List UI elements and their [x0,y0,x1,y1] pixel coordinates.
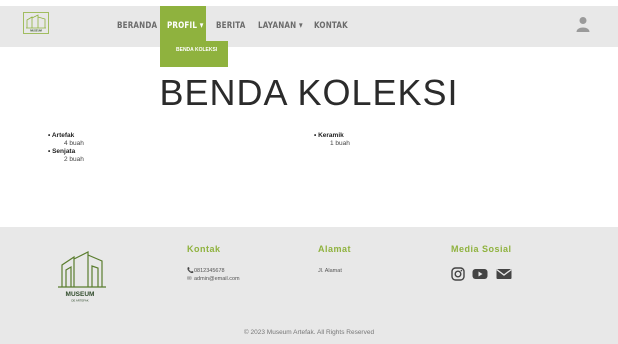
list-item-count: 2 buah [64,156,84,163]
dropdown-item-benda-koleksi[interactable]: BENDA KOLEKSI [176,41,217,59]
collection-list-right: Keramik 1 buah [314,132,350,148]
email-text[interactable]: admin@email.com [194,276,240,282]
email-icon[interactable] [496,267,512,281]
phone-icon: 📞 [187,268,194,274]
user-icon[interactable] [576,16,590,32]
footer-logo-tagline: DE ARTEFAK [71,299,88,303]
list-item-name: Keramik [314,132,350,140]
list-item-name: Senjata [48,148,84,156]
footer-address-heading: Alamat [318,244,352,254]
museum-logo[interactable]: MUSEUM [23,12,49,34]
phone-text: 0812345678 [194,268,225,274]
logo-text: MUSEUM [30,29,42,33]
footer-contact-heading: Kontak [187,244,221,254]
footer-contact-phone: 📞0812345678 [187,267,225,275]
nav-item-kontak[interactable]: KONTAK [314,6,348,47]
collection-list-left: Artefak 4 buah Senjata 2 buah [48,132,84,164]
youtube-icon[interactable] [472,267,488,281]
instagram-icon[interactable] [451,267,465,281]
nav-item-layanan-label: LAYANAN [258,21,297,31]
list-item-count: 1 buah [330,140,350,147]
nav-item-beranda[interactable]: BERANDA [117,6,157,47]
list-item-name: Artefak [48,132,84,140]
footer-logo-name: MUSEUM [66,291,95,298]
footer-address-text: Jl. Alamat [318,268,342,274]
page-title: BENDA KOLEKSI [159,72,459,113]
envelope-icon: ✉ [187,276,192,282]
footer: MUSEUM DE ARTEFAK Kontak 📞0812345678 ✉ ad… [0,227,618,344]
profil-dropdown: BENDA KOLEKSI [160,41,228,67]
list-item-count: 4 buah [64,140,84,147]
chevron-down-icon: ▾ [197,21,204,31]
nav-item-profil-label: PROFIL [167,21,198,31]
social-icons [451,267,512,286]
chevron-down-icon: ▾ [296,21,303,31]
footer-museum-logo: MUSEUM DE ARTEFAK [58,251,106,303]
nav-item-layanan[interactable]: LAYANAN ▾ [258,6,303,47]
footer-contact-email: ✉ admin@email.com [187,275,240,283]
navbar: MUSEUM [0,6,618,47]
footer-social-heading: Media Sosial [451,244,512,254]
copyright-text: © 2023 Museum Artefak. All Rights Reserv… [243,329,375,336]
